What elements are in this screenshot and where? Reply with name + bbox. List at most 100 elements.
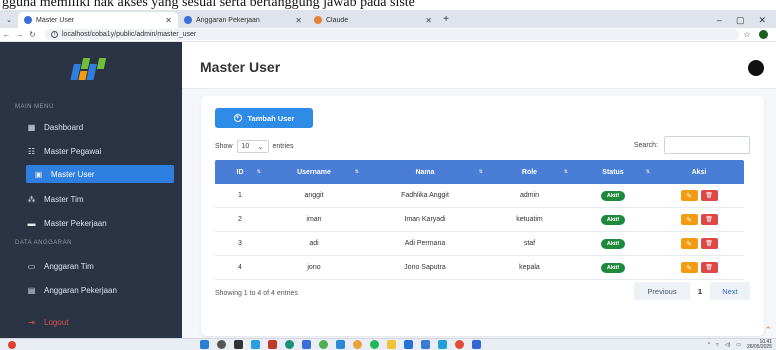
app-icon[interactable] <box>302 340 311 349</box>
task-view-icon[interactable] <box>234 340 243 349</box>
url-text: localhost/coba1y/public/admin/master_use… <box>62 31 197 38</box>
sidebar-item-master-user[interactable]: ▣ Master User <box>26 165 174 183</box>
app-icon[interactable] <box>472 340 481 349</box>
edit-button[interactable]: ✎ <box>680 190 698 201</box>
tab-search-button[interactable]: ⌄ <box>0 12 18 28</box>
chrome-icon[interactable] <box>319 340 328 349</box>
table-header: ID ⇅ Username ⇅ Nama ⇅ Role ⇅ Status ⇅ Aksi <box>215 160 744 184</box>
delete-button[interactable]: 🗑 <box>700 262 718 273</box>
delete-button[interactable]: 🗑 <box>700 214 718 225</box>
cell-status: Aktif <box>572 208 654 231</box>
column-header-id[interactable]: ID ⇅ <box>215 160 265 184</box>
maximize-button[interactable]: ▢ <box>736 15 745 26</box>
search-input[interactable] <box>664 136 750 154</box>
app-icon[interactable] <box>353 340 362 349</box>
close-tab-icon[interactable]: ✕ <box>295 16 302 25</box>
file-explorer-icon[interactable] <box>387 340 396 349</box>
cell-username: anggit <box>304 192 324 199</box>
close-tab-icon[interactable]: ✕ <box>425 16 432 25</box>
sidebar-item-master-pekerjaan[interactable]: ▬ Master Pekerjaan <box>18 214 178 232</box>
chat-icon[interactable] <box>251 340 260 349</box>
scroll-up-icon[interactable]: ⌃ <box>764 325 772 336</box>
profile-avatar-icon[interactable] <box>759 30 768 39</box>
cell-actions: ✎ 🗑 <box>654 208 744 231</box>
volume-icon[interactable]: ◁) <box>725 342 731 348</box>
mail-icon[interactable] <box>404 340 413 349</box>
app-icon[interactable] <box>336 340 345 349</box>
logout-icon: ⇥ <box>28 317 35 327</box>
forward-arrow-icon[interactable]: → <box>13 30 26 39</box>
current-page-button[interactable]: 1 <box>690 282 710 300</box>
logout-button[interactable]: ⇥ Logout <box>18 313 178 331</box>
weather-icon[interactable] <box>8 340 16 349</box>
cell-role: staf <box>523 240 536 247</box>
cell-nama: Iman Karyadi <box>404 216 446 223</box>
new-tab-button[interactable]: + <box>438 12 454 28</box>
sort-icon: ⇅ <box>478 169 483 175</box>
app-icon[interactable] <box>268 340 277 349</box>
add-user-button[interactable]: + Tambah User <box>215 108 313 128</box>
cell-role: admin <box>519 192 540 199</box>
pagination: Previous 1 Next <box>634 282 750 300</box>
clock[interactable]: 10.41 26/05/2025 <box>746 339 772 350</box>
address-bar-row: ← → ↻ i localhost/coba1y/public/admin/ma… <box>0 28 776 42</box>
browser-tab-anggaran[interactable]: Anggaran Pekerjaan ✕ <box>178 12 308 28</box>
plus-circle-icon: + <box>233 114 242 122</box>
cell-id: 2 <box>238 216 242 223</box>
edit-button[interactable]: ✎ <box>680 238 698 249</box>
user-avatar[interactable] <box>748 60 764 76</box>
cell-id: 3 <box>238 240 242 247</box>
minimize-button[interactable]: – <box>717 15 722 25</box>
search-icon[interactable] <box>217 340 226 349</box>
back-arrow-icon[interactable]: ← <box>0 30 13 39</box>
bookmark-star-icon[interactable]: ☆ <box>739 30 755 39</box>
table-row: 4 jono Jono Saputra kepala Aktif ✎ 🗑 <box>215 256 744 280</box>
column-header-role[interactable]: Role ⇅ <box>487 160 572 184</box>
column-header-status[interactable]: Status ⇅ <box>572 160 654 184</box>
windows-start-icon[interactable] <box>200 340 209 349</box>
column-header-aksi: Aksi <box>691 168 707 176</box>
cell-actions: ✎ 🗑 <box>654 184 744 207</box>
cell-nama: Adi Permana <box>404 240 446 247</box>
sidebar-item-master-pegawai[interactable]: ☷ Master Pegawai <box>18 142 178 160</box>
delete-button[interactable]: 🗑 <box>700 238 718 249</box>
user-table-card: + Tambah User Show 10 ⌄ entries Search: … <box>201 96 764 336</box>
entries-select[interactable]: 10 ⌄ <box>236 140 269 153</box>
site-info-icon[interactable]: i <box>51 31 58 38</box>
briefcase-icon: ▬ <box>27 218 36 228</box>
spotify-icon[interactable] <box>370 340 379 349</box>
url-field[interactable]: i localhost/coba1y/public/admin/master_u… <box>45 29 739 40</box>
sort-icon: ⇅ <box>563 169 568 175</box>
browser-tab-master-user[interactable]: Master User ✕ <box>18 12 178 28</box>
delete-button[interactable]: 🗑 <box>700 190 718 201</box>
edge-icon[interactable] <box>285 340 294 349</box>
edit-button[interactable]: ✎ <box>680 214 698 225</box>
vscode-icon[interactable] <box>438 340 447 349</box>
clock-date: 26/05/2025 <box>746 343 772 350</box>
cell-actions: ✎ 🗑 <box>654 232 744 255</box>
column-header-username[interactable]: Username ⇅ <box>265 160 363 184</box>
sidebar-section-main: MAIN MENU <box>15 104 54 110</box>
sidebar-item-anggaran-pekerjaan[interactable]: ▤ Anggaran Pekerjaan <box>18 281 178 299</box>
favicon-icon <box>24 16 32 24</box>
close-tab-icon[interactable]: ✕ <box>165 16 172 25</box>
reload-icon[interactable]: ↻ <box>26 30 39 39</box>
browser-tab-bar: ⌄ Master User ✕ Anggaran Pekerjaan ✕ Cla… <box>0 10 776 28</box>
close-window-button[interactable]: ✕ <box>758 15 766 26</box>
chevron-up-icon[interactable]: ^ <box>708 342 710 348</box>
sidebar-item-master-tim[interactable]: ⁂ Master Tim <box>18 190 178 208</box>
edit-button[interactable]: ✎ <box>680 262 698 273</box>
app-icon[interactable] <box>421 340 430 349</box>
wifi-icon[interactable]: ≈ <box>716 342 719 348</box>
sidebar-item-anggaran-tim[interactable]: ▭ Anggaran Tim <box>18 257 178 275</box>
tab-title: Claude <box>326 16 349 24</box>
previous-page-button[interactable]: Previous <box>634 282 690 300</box>
team-icon: ⁂ <box>27 194 36 204</box>
favicon-icon <box>184 16 192 24</box>
next-page-button[interactable]: Next <box>710 282 750 300</box>
browser-tab-claude[interactable]: Claude ✕ <box>308 12 438 28</box>
battery-icon[interactable]: ▭ <box>736 342 741 348</box>
chrome-icon[interactable] <box>455 340 464 349</box>
column-header-nama[interactable]: Nama ⇅ <box>363 160 487 184</box>
sidebar-item-dashboard[interactable]: ▦ Dashboard <box>18 118 178 136</box>
